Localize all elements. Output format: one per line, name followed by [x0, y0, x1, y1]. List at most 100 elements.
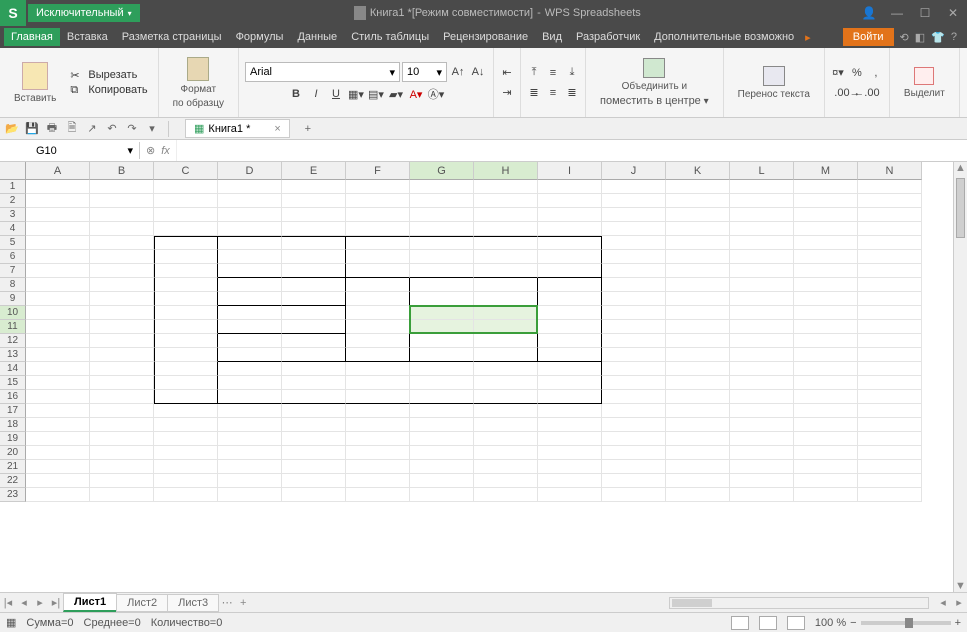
app-icon[interactable]: S [0, 0, 26, 26]
row-header-12[interactable]: 12 [0, 334, 26, 348]
increase-font-icon[interactable]: A↑ [449, 63, 467, 81]
italic-button[interactable]: I [307, 85, 325, 103]
align-left-icon[interactable]: ≣ [525, 84, 543, 102]
fill-color-button[interactable]: ▰▾ [387, 85, 405, 103]
align-right-icon[interactable]: ≣ [563, 84, 581, 102]
row-header-23[interactable]: 23 [0, 488, 26, 502]
col-header-L[interactable]: L [730, 162, 794, 180]
undo2-icon[interactable]: ↶ [104, 121, 120, 137]
mode-dropdown[interactable]: Исключительный [28, 4, 140, 22]
shirt-icon[interactable]: 👕 [931, 31, 945, 44]
tab-developer[interactable]: Разработчик [569, 28, 647, 46]
tab-insert[interactable]: Вставка [60, 28, 115, 46]
view-break-icon[interactable] [787, 616, 805, 630]
align-top-icon[interactable]: ⤒ [525, 64, 543, 82]
new-doc-tab-icon[interactable]: + [300, 121, 316, 137]
tab-home[interactable]: Главная [4, 28, 60, 46]
vertical-scroll-thumb[interactable] [956, 178, 965, 238]
font-name-combo[interactable]: Arial▾ [245, 62, 400, 82]
row-header-2[interactable]: 2 [0, 194, 26, 208]
col-header-M[interactable]: M [794, 162, 858, 180]
tab-formulas[interactable]: Формулы [229, 28, 291, 46]
row-header-5[interactable]: 5 [0, 236, 26, 250]
vertical-scrollbar[interactable]: ▲ ▼ [953, 162, 967, 592]
row-header-6[interactable]: 6 [0, 250, 26, 264]
row-header-18[interactable]: 18 [0, 418, 26, 432]
cut-button[interactable]: ✂Вырезать [68, 68, 149, 82]
font-size-combo[interactable]: 10▾ [402, 62, 447, 82]
view-page-icon[interactable] [759, 616, 777, 630]
align-center-icon[interactable]: ≡ [544, 84, 562, 102]
select-all-button[interactable]: Выделит [898, 65, 951, 101]
row-header-3[interactable]: 3 [0, 208, 26, 222]
col-header-K[interactable]: K [666, 162, 730, 180]
sheet-tab-2[interactable]: Лист2 [116, 594, 168, 612]
sheet-tabs-more-icon[interactable]: ⋯ [219, 596, 235, 609]
font-color-button[interactable]: A▾ [407, 85, 425, 103]
tab-table-style[interactable]: Стиль таблицы [344, 28, 436, 46]
tab-view[interactable]: Вид [535, 28, 569, 46]
row-header-16[interactable]: 16 [0, 390, 26, 404]
row-header-13[interactable]: 13 [0, 348, 26, 362]
decrease-indent-icon[interactable]: ⇤ [498, 64, 516, 82]
skin-icon[interactable]: ◧ [915, 31, 925, 44]
cells-grid[interactable] [26, 180, 922, 502]
formula-input[interactable] [176, 140, 967, 161]
sheet-nav-last-icon[interactable]: ▸| [48, 596, 64, 609]
row-header-17[interactable]: 17 [0, 404, 26, 418]
open-icon[interactable]: 📂 [4, 121, 20, 137]
user-icon[interactable]: 👤 [855, 0, 883, 26]
name-box[interactable]: G10▾ [30, 142, 140, 159]
row-header-22[interactable]: 22 [0, 474, 26, 488]
tab-data[interactable]: Данные [290, 28, 344, 46]
comma-icon[interactable]: , [867, 64, 885, 82]
zoom-slider[interactable] [861, 621, 951, 625]
copy-button[interactable]: ⧉Копировать [68, 83, 149, 97]
col-header-C[interactable]: C [154, 162, 218, 180]
col-header-A[interactable]: A [26, 162, 90, 180]
print-preview-icon[interactable]: 🗎 [64, 121, 80, 137]
row-header-21[interactable]: 21 [0, 460, 26, 474]
sheet-tab-1[interactable]: Лист1 [63, 593, 117, 612]
redo-icon[interactable]: ↷ [124, 121, 140, 137]
currency-icon[interactable]: ¤▾ [829, 64, 847, 82]
export-icon[interactable]: ↗ [84, 121, 100, 137]
hscroll-right-icon[interactable]: ▸ [951, 596, 967, 609]
row-header-11[interactable]: 11 [0, 320, 26, 334]
row-header-9[interactable]: 9 [0, 292, 26, 306]
help-icon[interactable]: ? [951, 31, 957, 44]
maximize-button[interactable]: ☐ [911, 0, 939, 26]
minimize-button[interactable]: — [883, 0, 911, 26]
row-header-7[interactable]: 7 [0, 264, 26, 278]
col-header-I[interactable]: I [538, 162, 602, 180]
col-header-H[interactable]: H [474, 162, 538, 180]
zoom-out-icon[interactable]: − [850, 617, 856, 629]
wrap-text-button[interactable]: Перенос текста [732, 64, 816, 102]
tabs-overflow-icon[interactable]: ▸ [805, 31, 811, 44]
qat-more-icon[interactable]: ▾ [144, 121, 160, 137]
row-header-8[interactable]: 8 [0, 278, 26, 292]
row-header-14[interactable]: 14 [0, 362, 26, 376]
align-bottom-icon[interactable]: ⤓ [563, 64, 581, 82]
hscroll-left-icon[interactable]: ◂ [935, 596, 951, 609]
save-icon[interactable]: 💾 [24, 121, 40, 137]
align-middle-icon[interactable]: ≡ [544, 64, 562, 82]
row-header-19[interactable]: 19 [0, 432, 26, 446]
paste-button[interactable]: Вставить [8, 60, 62, 106]
col-header-G[interactable]: G [410, 162, 474, 180]
sheet-tab-3[interactable]: Лист3 [167, 594, 219, 612]
sheet-nav-prev-icon[interactable]: ◂ [16, 596, 32, 609]
sheet-nav-first-icon[interactable]: |◂ [0, 596, 16, 609]
row-header-20[interactable]: 20 [0, 446, 26, 460]
increase-indent-icon[interactable]: ⇥ [498, 84, 516, 102]
col-header-J[interactable]: J [602, 162, 666, 180]
login-button[interactable]: Войти [843, 28, 894, 46]
fx-icon[interactable]: fx [161, 145, 170, 157]
col-header-N[interactable]: N [858, 162, 922, 180]
row-header-10[interactable]: 10 [0, 306, 26, 320]
sheet-nav-next-icon[interactable]: ▸ [32, 596, 48, 609]
tab-more[interactable]: Дополнительные возможно [647, 28, 801, 46]
tab-review[interactable]: Рецензирование [436, 28, 535, 46]
col-header-B[interactable]: B [90, 162, 154, 180]
percent-icon[interactable]: % [848, 64, 866, 82]
